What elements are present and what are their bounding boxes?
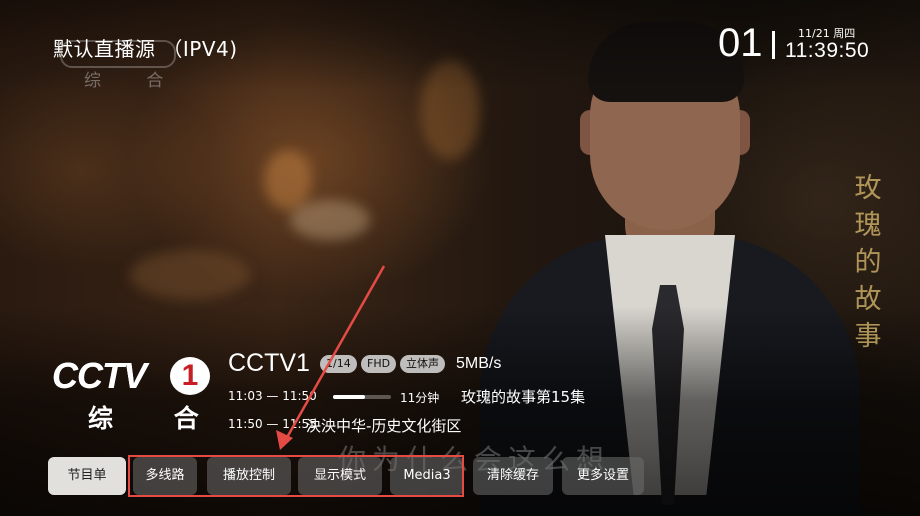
next-program-title: 泱泱中华-历史文化街区 xyxy=(306,417,462,435)
channel-logo: CCTV 1 综 合 xyxy=(52,355,214,435)
logo-subtitle: 综 合 xyxy=(88,404,225,433)
channel-watermark-text: 综 合 xyxy=(84,71,184,91)
channel-number: 01 xyxy=(718,21,763,65)
channel-name: CCTV1 xyxy=(228,349,310,377)
logo-number-badge: 1 xyxy=(170,357,210,395)
network-speed: 5MB/s xyxy=(456,355,502,372)
next-program-time: 11:50 — 11:55 xyxy=(228,417,317,431)
audio-badge: 立体声 xyxy=(400,355,445,373)
menu-program-guide[interactable]: 节目单 xyxy=(48,457,126,495)
line-index-badge: 1/14 xyxy=(320,355,357,373)
menu-more-settings[interactable]: 更多设置 xyxy=(562,457,644,495)
show-title-watermark: 玫瑰的故事 xyxy=(854,173,882,352)
divider xyxy=(772,31,775,59)
logo-wordmark: CCTV xyxy=(52,355,147,396)
quality-badge: FHD xyxy=(361,355,397,373)
menu-clear-cache[interactable]: 清除缓存 xyxy=(473,457,553,495)
current-program-time: 11:03 — 11:50 xyxy=(228,389,317,403)
current-program-title: 玫瑰的故事第15集 xyxy=(461,388,586,406)
annotation-highlight-box xyxy=(128,455,464,497)
program-progress-bar xyxy=(333,395,391,399)
source-title: 默认直播源 （IPV4) xyxy=(53,37,238,61)
remaining-time: 11分钟 xyxy=(400,391,440,405)
clock-time: 11:39:50 xyxy=(785,39,870,62)
